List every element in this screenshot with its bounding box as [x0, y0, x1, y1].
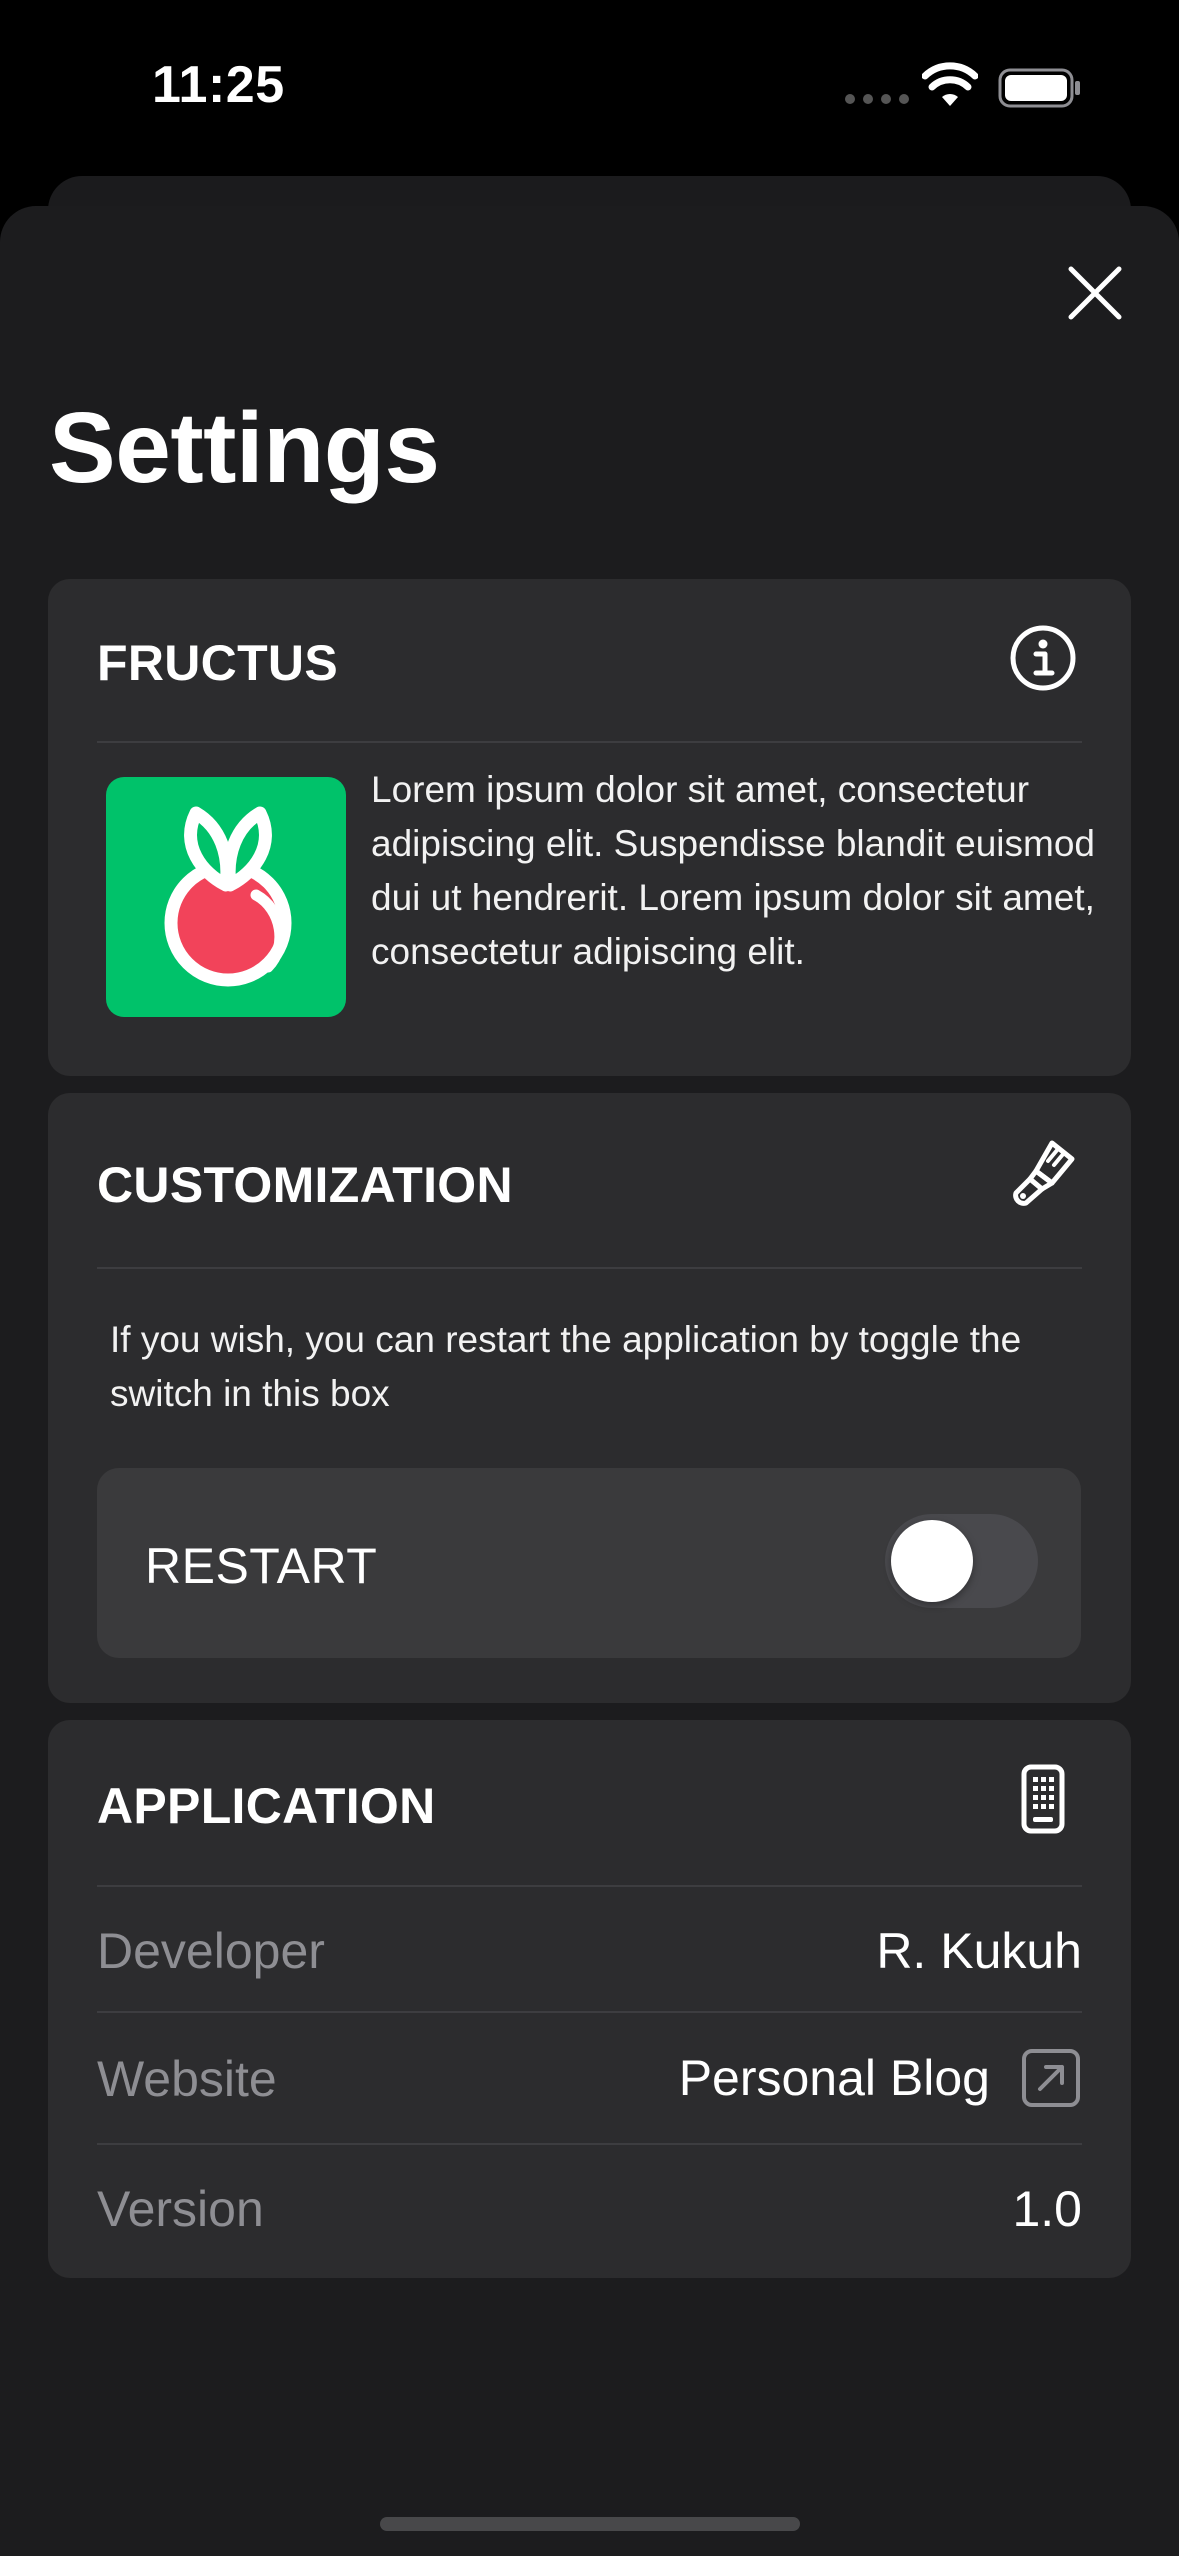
customization-description: If you wish, you can restart the applica… [110, 1319, 1022, 1414]
app-logo [106, 777, 346, 1017]
website-link[interactable]: Personal Blog [679, 2043, 1082, 2113]
developer-row: Developer R. Kukuh [97, 1887, 1082, 2013]
close-button[interactable] [1064, 262, 1126, 324]
website-link-text[interactable]: Personal Blog [679, 2050, 990, 2106]
restart-toggle[interactable] [885, 1514, 1038, 1608]
version-row: Version 1.0 [97, 2145, 1082, 2271]
status-time: 11:25 [152, 56, 285, 114]
application-card-header: APPLICATION [97, 1720, 1082, 1887]
developer-value: R. Kukuh [876, 1923, 1082, 1979]
website-label: Website [97, 2051, 277, 2107]
developer-label: Developer [97, 1923, 325, 1979]
fructus-card: FRUCTUS Lorem ipsum dolor sit amet, cons… [48, 579, 1131, 1076]
version-value: 1.0 [1012, 2181, 1082, 2237]
customization-card-header: CUSTOMIZATION [97, 1093, 1082, 1269]
about-description: Lorem ipsum dolor sit amet, consectetur … [371, 769, 1095, 972]
cellular-signal-icon [845, 94, 909, 104]
battery-icon [998, 68, 1080, 108]
restart-label: RESTART [145, 1538, 378, 1594]
fructus-card-title: FRUCTUS [97, 635, 338, 691]
external-link-icon[interactable] [1020, 2047, 1082, 2109]
restart-row: RESTART [97, 1468, 1081, 1658]
version-label: Version [97, 2181, 264, 2237]
toggle-knob [891, 1520, 973, 1602]
website-row: Website Personal Blog [97, 2013, 1082, 2145]
paintbrush-icon [1013, 1140, 1075, 1206]
customization-card-title: CUSTOMIZATION [97, 1157, 513, 1213]
fructus-card-header: FRUCTUS [97, 579, 1082, 743]
info-circle-icon [1010, 625, 1076, 691]
application-card: APPLICATION Developer R. Kukuh Website P… [48, 1720, 1131, 2278]
iphone-icon [1021, 1764, 1065, 1834]
home-indicator[interactable] [380, 2517, 800, 2531]
status-bar: 11:25 [0, 0, 1179, 170]
customization-card: CUSTOMIZATION If you wish, you can resta… [48, 1093, 1131, 1703]
application-card-title: APPLICATION [97, 1778, 436, 1834]
page-title: Settings [49, 392, 440, 504]
wifi-icon [922, 62, 978, 106]
